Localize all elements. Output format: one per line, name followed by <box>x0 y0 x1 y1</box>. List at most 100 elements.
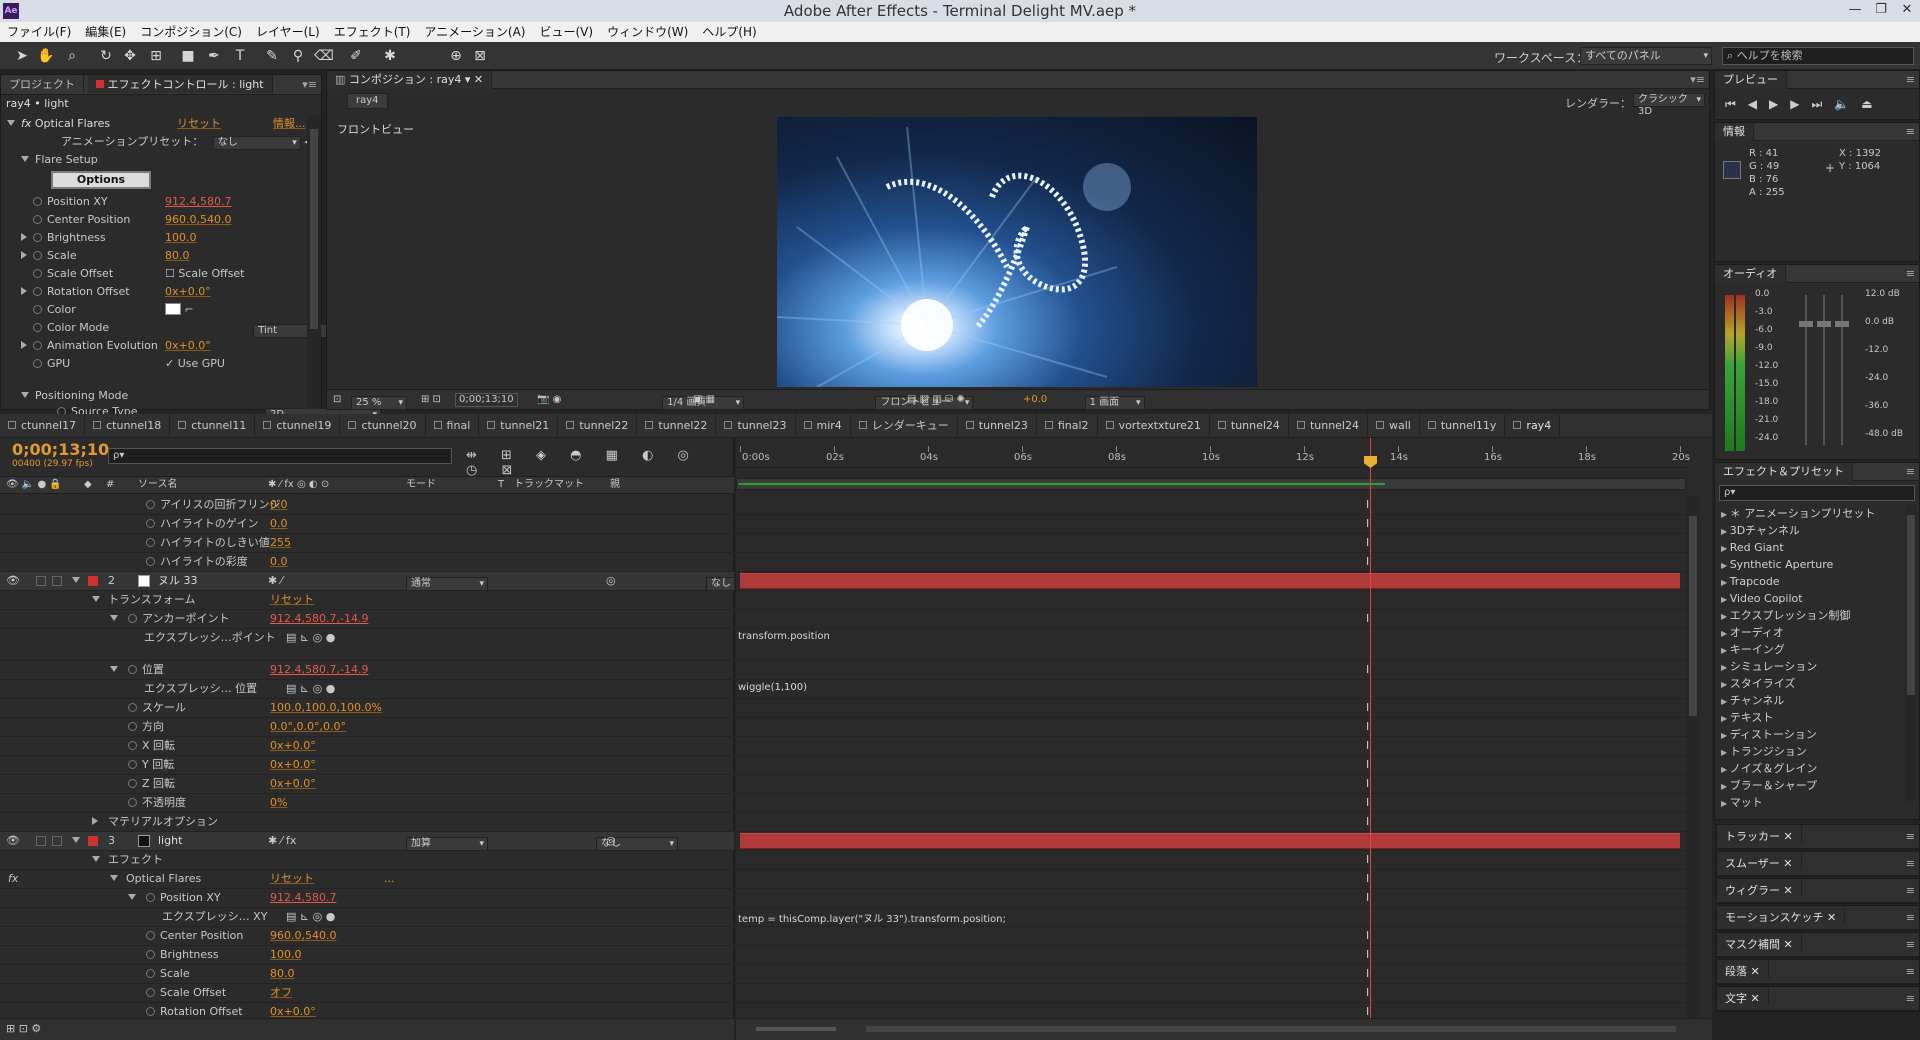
effects-category-item[interactable]: ▶ ノイズ＆グレイン <box>1721 760 1817 777</box>
keyframe-marker[interactable]: I <box>1366 777 1369 790</box>
expand-triangle-icon[interactable] <box>110 610 124 628</box>
eyedropper-icon[interactable]: ⌐ <box>185 303 194 316</box>
selection-tool-icon[interactable]: ➤ <box>12 46 32 66</box>
expression-controls-icon[interactable]: ▤ ⊾ ◎ ● <box>286 680 335 698</box>
stopwatch-icon[interactable] <box>33 215 42 224</box>
expand-triangle-icon[interactable] <box>92 851 106 869</box>
stopwatch-icon[interactable] <box>33 233 42 242</box>
effects-category-item[interactable]: ▶ ディストーション <box>1721 726 1817 743</box>
effects-category-item[interactable]: ▶ Red Giant <box>1721 539 1784 556</box>
tab-info[interactable]: 情報 <box>1715 123 1754 141</box>
timeline-property-row[interactable]: Scale 80.0 <box>0 965 734 984</box>
stopwatch-icon[interactable] <box>146 500 155 509</box>
expression-controls-icon[interactable]: ▤ ⊾ ◎ ● <box>286 908 335 926</box>
property-value[interactable]: 0x+0.0° <box>270 756 316 774</box>
ec-prop-value[interactable]: 960.0,540.0 <box>165 211 231 229</box>
preview-controls[interactable]: ⏮◀▶▶⏭🔈⏏ <box>1725 97 1885 112</box>
effects-category-item[interactable]: ▶ Synthetic Aperture <box>1721 556 1833 573</box>
timeline-property-row[interactable]: 位置 912.4,580.7,-14.9 <box>0 661 734 680</box>
keyframe-marker[interactable]: I <box>1366 872 1369 885</box>
side-panel-tab[interactable]: スムーザー ✕ <box>1717 852 1802 870</box>
effects-category-item[interactable]: ▶ マット <box>1721 794 1763 811</box>
layer-expand-icon[interactable] <box>72 832 86 850</box>
expression-text[interactable]: transform.position <box>738 631 830 642</box>
expand-triangle-icon[interactable] <box>128 889 142 907</box>
stopwatch-icon[interactable] <box>128 722 137 731</box>
side-panel-tab[interactable]: マスク補間 ✕ <box>1717 933 1802 951</box>
keyframe-marker[interactable]: I <box>1366 758 1369 771</box>
timeline-timecode[interactable]: 0;00;13;10 <box>12 440 109 459</box>
parent-select[interactable]: なし <box>706 577 734 591</box>
timeline-switches-icons[interactable]: ⇹ ⊞ ◈ ◓ ▦ ◐ ◎ ◷ ⊠ <box>466 448 733 478</box>
timeline-comp-tab[interactable]: ctunnel11 <box>170 414 256 437</box>
stopwatch-icon[interactable] <box>128 703 137 712</box>
timeline-comp-tab[interactable]: ray4 <box>1505 414 1561 437</box>
timeline-footer[interactable]: ⊞ ⊡ ⚙ <box>0 1018 734 1040</box>
expression-controls-icon[interactable]: ▤ ⊾ ◎ ● <box>286 629 335 647</box>
ec-prop-row[interactable]: Scale 80.0 <box>21 247 307 265</box>
ec-prop-value[interactable]: ⌐ <box>165 301 194 319</box>
ec-prop-row[interactable]: Color Mode Tint <box>21 319 350 338</box>
keyframe-marker[interactable]: I <box>1366 612 1369 625</box>
effects-category-item[interactable]: ▶ エクスプレッション制御 <box>1721 607 1850 624</box>
timeline-comp-tab[interactable]: ctunnel18 <box>85 414 171 437</box>
keyframe-marker[interactable]: I <box>1366 720 1369 733</box>
checkbox-icon[interactable]: ✓ <box>165 357 178 370</box>
stopwatch-icon[interactable] <box>146 557 155 566</box>
tab-project[interactable]: プロジェクト <box>1 75 84 93</box>
views-layout-select[interactable]: 1 画面 <box>1084 396 1145 410</box>
side-panel-tab[interactable]: トラッカー ✕ <box>1717 825 1802 843</box>
tab-preview[interactable]: プレビュー <box>1715 71 1787 89</box>
effects-category-item[interactable]: ▶ スタイライズ <box>1721 675 1795 692</box>
ec-prop-value[interactable]: 80.0 <box>165 247 190 265</box>
property-value[interactable]: 0.0 <box>270 553 288 571</box>
layer-name[interactable]: light <box>158 832 182 850</box>
layer-switches-icon[interactable]: ✱ ⁄ fx <box>268 832 296 850</box>
flare-setup-group[interactable]: Flare Setup <box>21 151 307 169</box>
menu-item-4[interactable]: エフェクト(T) <box>327 22 418 42</box>
side-panel-tab[interactable]: 段落 ✕ <box>1717 960 1769 978</box>
stopwatch-icon[interactable] <box>128 741 137 750</box>
keyframe-marker[interactable]: I <box>1366 517 1369 530</box>
audio-slider-handle-3[interactable] <box>1835 321 1849 327</box>
stopwatch-icon[interactable] <box>33 323 42 332</box>
side-panel-tab[interactable]: モーションスケッチ ✕ <box>1717 906 1846 924</box>
timeline-comp-tab[interactable]: mir4 <box>796 414 851 437</box>
timeline-layer-row[interactable]: 👁2ヌル 33✱ ⁄通常◎なし <box>0 572 734 591</box>
stopwatch-icon[interactable] <box>33 287 42 296</box>
keyframe-marker[interactable]: I <box>1366 986 1369 999</box>
effects-category-item[interactable]: ▶ Video Copilot <box>1721 590 1803 607</box>
timeline-comp-tab[interactable]: tunnel24 <box>1210 414 1289 437</box>
timeline-comp-tab[interactable]: final <box>426 414 480 437</box>
trackmatte-header[interactable]: トラックマット <box>514 477 584 493</box>
keyframe-marker[interactable]: I <box>1366 967 1369 980</box>
stopwatch-icon[interactable] <box>146 538 155 547</box>
eraser-tool-icon[interactable]: ⌫ <box>314 46 334 66</box>
snapshot-icon[interactable]: 📷 ◉ <box>537 390 561 410</box>
effect-controls-scrollbar[interactable] <box>307 115 321 409</box>
panel-menu-icon[interactable]: ≡ <box>1906 825 1915 849</box>
pan-behind-tool-icon[interactable]: ⊞ <box>146 46 166 66</box>
snap-icon[interactable]: ⊠ <box>470 46 490 66</box>
ec-prop-row[interactable]: Position XY 912.4,580.7 <box>21 193 307 211</box>
expand-triangle-icon[interactable] <box>110 870 124 888</box>
lock-switch[interactable] <box>52 576 62 586</box>
blend-mode-select[interactable]: 加算 <box>406 837 488 851</box>
layer-switches-icon[interactable]: ✱ ⁄ <box>268 572 283 590</box>
timeline-comp-tab[interactable]: ctunnel19 <box>255 414 341 437</box>
effects-category-item[interactable]: ▶ オーディオ <box>1721 624 1784 641</box>
solo-switch[interactable] <box>36 576 46 586</box>
visibility-eye-icon[interactable]: 👁 <box>6 832 20 850</box>
exposure-value[interactable]: +0.0 <box>1023 390 1047 410</box>
property-value[interactable]: 100.0,100.0,100.0% <box>270 699 382 717</box>
effect-options-link[interactable]: ... <box>384 870 395 888</box>
timeline-comp-tab[interactable]: tunnel23 <box>958 414 1037 437</box>
stopwatch-icon[interactable] <box>33 341 42 350</box>
property-value[interactable]: 0.0 <box>270 496 288 514</box>
zoom-tool-icon[interactable]: ⌕ <box>62 46 82 66</box>
timeline-property-row[interactable]: エフェクト <box>0 851 734 870</box>
timeline-property-row[interactable]: Y 回転 0x+0.0° <box>0 756 734 775</box>
comp-panel-menu-icon[interactable]: ▾≡ <box>1690 71 1705 89</box>
time-ruler[interactable]: 0:00s 02s 04s 06s 08s 10s 12s 14s 16s 18s 20s <box>736 446 1690 468</box>
tab-effects-presets[interactable]: エフェクト＆プリセット <box>1715 463 1853 481</box>
